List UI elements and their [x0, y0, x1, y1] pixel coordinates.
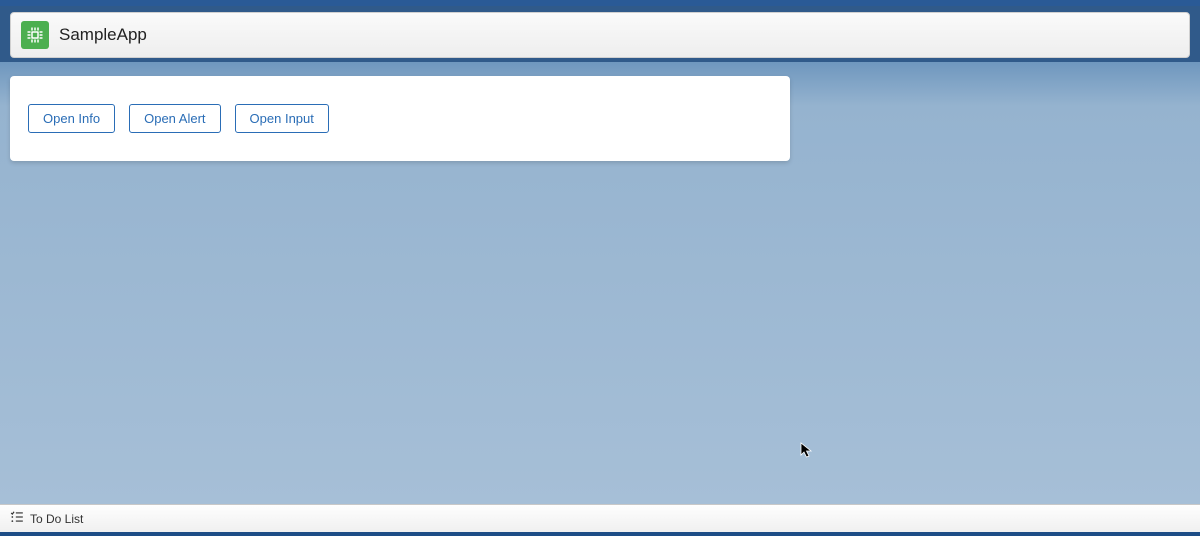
app-icon	[21, 21, 49, 49]
open-info-button[interactable]: Open Info	[28, 104, 115, 133]
open-alert-button[interactable]: Open Alert	[129, 104, 220, 133]
content-area: Open Info Open Alert Open Input	[0, 62, 1200, 504]
app-header: SampleApp	[10, 12, 1190, 58]
bottom-border	[0, 532, 1200, 536]
todo-list-label: To Do List	[30, 512, 83, 526]
todo-list-button[interactable]: To Do List	[10, 510, 83, 527]
footer-bar: To Do List	[0, 504, 1200, 532]
cursor-icon	[800, 442, 814, 465]
app-title: SampleApp	[59, 25, 147, 45]
open-input-button[interactable]: Open Input	[235, 104, 329, 133]
button-card: Open Info Open Alert Open Input	[10, 76, 790, 161]
checklist-icon	[10, 510, 24, 527]
